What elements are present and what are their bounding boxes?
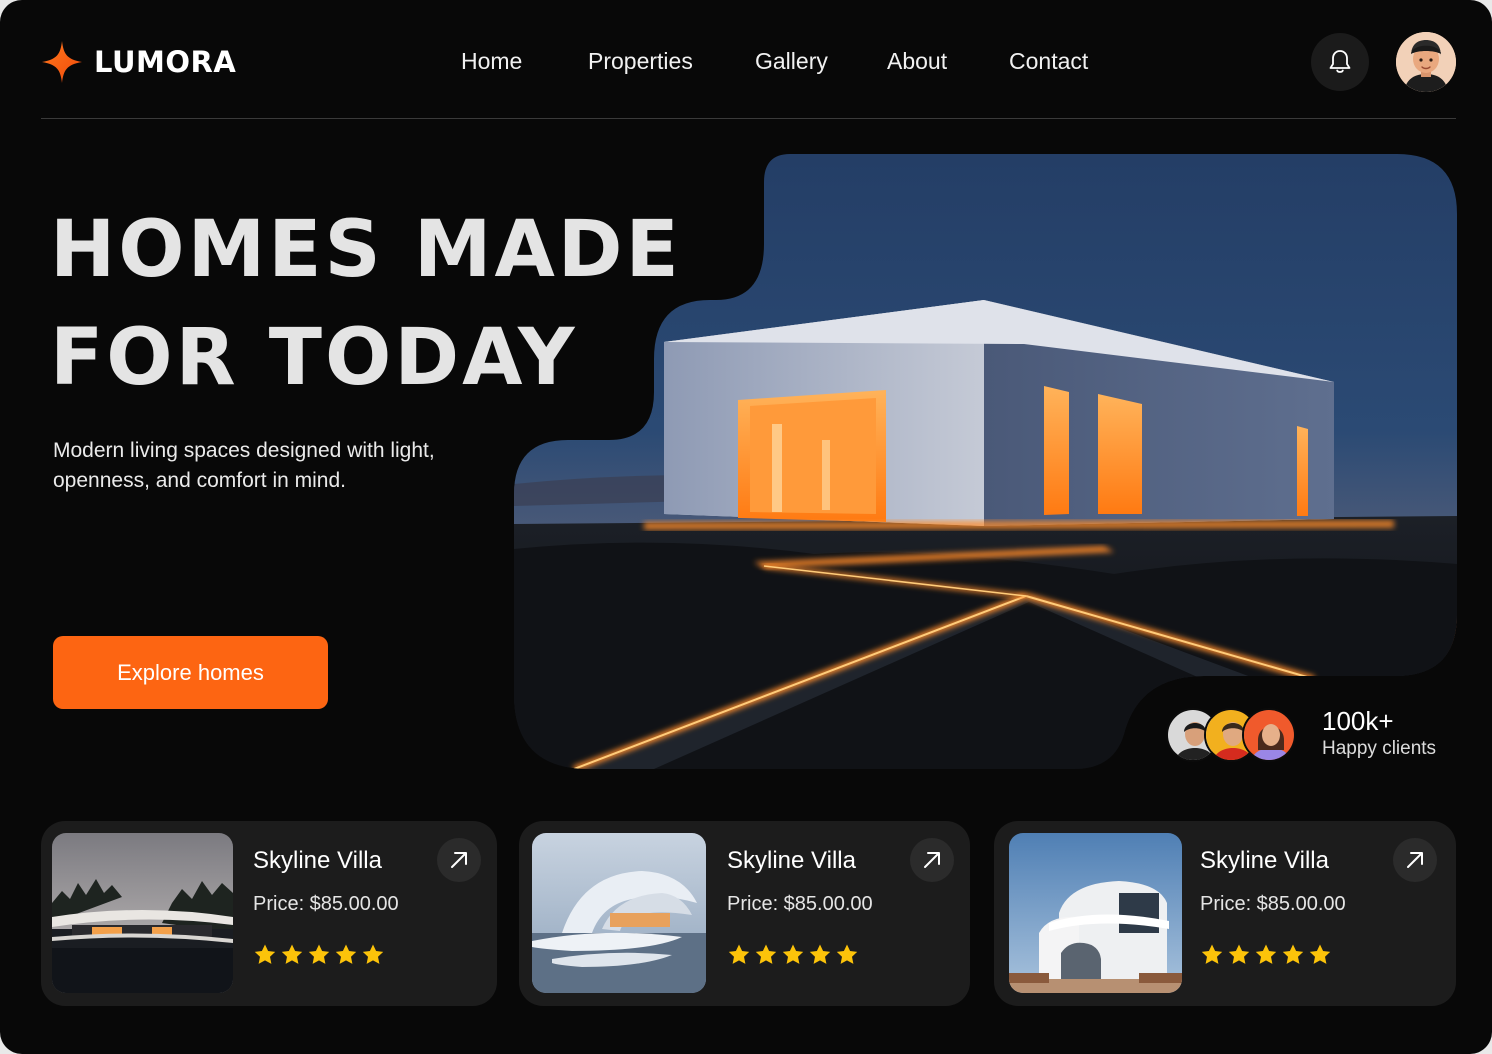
property-title: Skyline Villa (1200, 847, 1329, 874)
user-avatar[interactable] (1396, 32, 1456, 92)
nav-home[interactable]: Home (461, 48, 522, 75)
star-icon (281, 944, 303, 964)
nav-about[interactable]: About (887, 48, 947, 75)
open-property-button[interactable] (910, 838, 954, 882)
open-property-button[interactable] (437, 838, 481, 882)
property-price: Price: $85.00.00 (727, 893, 873, 915)
clients-count: 100k+ (1322, 706, 1394, 736)
page-frame: LUMORA Home Properties Gallery About Con… (0, 0, 1492, 1054)
nav-gallery[interactable]: Gallery (755, 48, 828, 75)
star-icon (1282, 944, 1304, 964)
star-icon (755, 944, 777, 964)
nav-contact[interactable]: Contact (1009, 48, 1088, 75)
arrow-up-right-icon (924, 852, 940, 868)
property-price: Price: $85.00.00 (1200, 893, 1346, 915)
star-icon (308, 944, 330, 964)
property-rating (1200, 943, 1332, 967)
bell-icon (1329, 50, 1351, 73)
property-thumbnail (532, 833, 706, 993)
happy-clients: 100k+ Happy clients (1166, 706, 1456, 766)
star-icon (1228, 944, 1250, 964)
property-thumbnail (1009, 833, 1182, 993)
star-icon (254, 944, 276, 964)
arrow-up-right-icon (451, 852, 467, 868)
property-rating (253, 943, 385, 967)
header-divider (41, 118, 1456, 119)
main-nav: Home Properties Gallery About Contact (0, 48, 1492, 80)
property-price: Price: $85.00.00 (253, 893, 399, 915)
hero-subtitle: Modern living spaces designed with light… (53, 439, 435, 492)
star-icon (362, 944, 384, 964)
open-property-button[interactable] (1393, 838, 1437, 882)
property-card[interactable]: Skyline Villa Price: $85.00.00 (41, 821, 497, 1006)
arrow-up-right-icon (1407, 852, 1423, 868)
client-avatar (1242, 708, 1296, 762)
star-icon (1255, 944, 1277, 964)
star-icon (836, 944, 858, 964)
star-icon (1309, 944, 1331, 964)
property-card[interactable]: Skyline Villa Price: $85.00.00 (519, 821, 970, 1006)
user-avatar-icon (1396, 32, 1456, 92)
hero-house-image (514, 154, 1457, 769)
property-title: Skyline Villa (727, 847, 856, 874)
nav-properties[interactable]: Properties (588, 48, 693, 75)
star-icon (335, 944, 357, 964)
property-rating (727, 943, 859, 967)
property-thumbnail (52, 833, 233, 993)
property-card[interactable]: Skyline Villa Price: $85.00.00 (994, 821, 1456, 1006)
property-title: Skyline Villa (253, 847, 382, 874)
clients-label: Happy clients (1322, 738, 1437, 759)
explore-homes-button[interactable]: Explore homes (53, 636, 328, 709)
star-icon (1201, 944, 1223, 964)
star-icon (728, 944, 750, 964)
notifications-button[interactable] (1311, 33, 1369, 91)
star-icon (809, 944, 831, 964)
star-icon (782, 944, 804, 964)
